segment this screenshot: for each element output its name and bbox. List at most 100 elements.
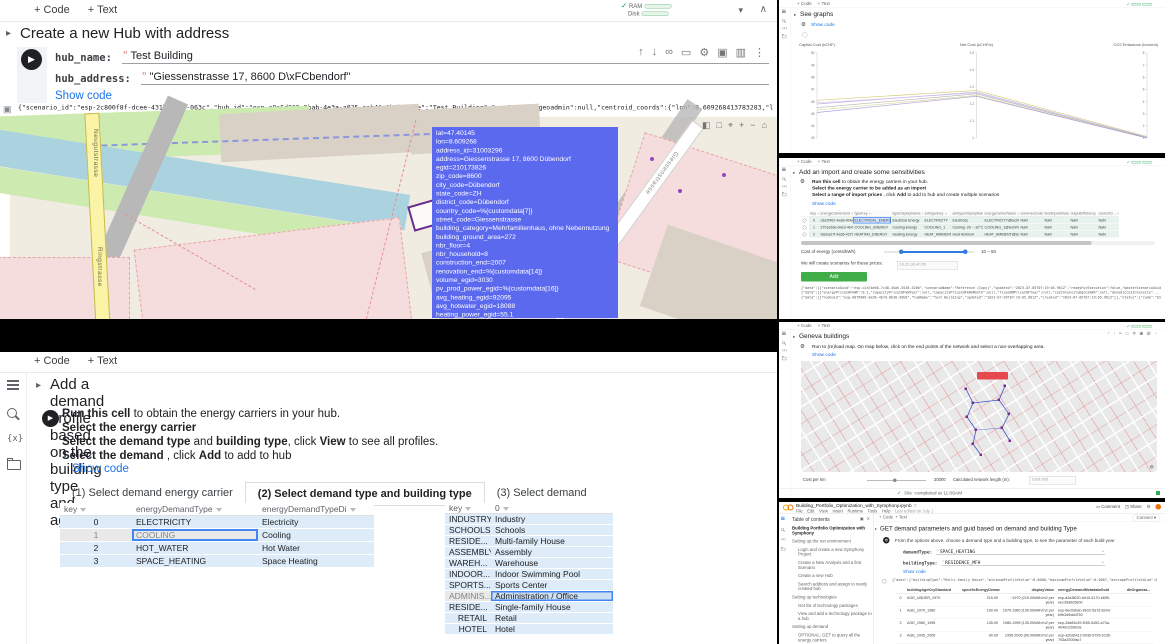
- section-collapse-icon[interactable]: ▸: [794, 12, 796, 18]
- table-cell[interactable]: HOT_WATER: [132, 542, 258, 555]
- table-cell[interactable]: Hotel: [491, 624, 613, 635]
- add-code-button[interactable]: + Code: [879, 515, 893, 520]
- table-row[interactable]: INDOOR...Indoor Swimming Pool: [445, 569, 613, 580]
- delete-icon[interactable]: ▥: [1147, 331, 1151, 336]
- menu-icon[interactable]: [7, 384, 19, 386]
- filter-icon[interactable]: [216, 508, 222, 512]
- table-cell[interactable]: ELECTRICITY: [923, 217, 951, 224]
- table-cell[interactable]: AGE_UNDER_1970: [905, 594, 960, 607]
- table-cell[interactable]: 1995-2005 (90.00kWh/m2 per year): [1000, 632, 1056, 644]
- add-text-button[interactable]: + Text: [88, 4, 117, 16]
- settings-gear-icon[interactable]: ⚙: [1147, 504, 1151, 510]
- column-header[interactable]: specificEnergyDemandValueKWh: [960, 586, 1000, 594]
- table-row[interactable]: RESIDE...Single-family House: [445, 602, 613, 613]
- geneva-map[interactable]: ⚙: [801, 361, 1157, 472]
- parallel-coordinates-chart[interactable]: Capital Cost (kCHF)5049484746454443Net C…: [794, 40, 1159, 147]
- table-cell[interactable]: HEAT_AMBIENT@tec...: [983, 231, 1019, 238]
- column-header[interactable]: energyDemandTypeDi: [258, 503, 374, 516]
- table-cell[interactable]: INDOOR...: [445, 569, 491, 580]
- show-code-link[interactable]: Show code: [72, 463, 129, 475]
- table-cell[interactable]: NaN: [1069, 224, 1097, 231]
- column-header[interactable]: key: [809, 210, 819, 217]
- toc-item[interactable]: Setting up technologies: [792, 595, 872, 600]
- row-radio[interactable]: [801, 231, 809, 238]
- table-cell[interactable]: ELECTRICAL_ENERGY: [853, 217, 891, 224]
- move-up-icon[interactable]: ↑: [638, 46, 644, 59]
- add-code-button[interactable]: + Code: [797, 159, 812, 164]
- table-cell[interactable]: 2: [896, 619, 905, 632]
- table-cell[interactable]: Schools: [491, 525, 613, 536]
- table-row[interactable]: INDUSTRYIndustry: [445, 514, 613, 525]
- table-row[interactable]: RESIDE...Multi-family House: [445, 536, 613, 547]
- add-button[interactable]: Add: [801, 272, 867, 282]
- column-header[interactable]: energyCarrierGuid: [819, 210, 853, 217]
- toc-item[interactable]: Get list of technology packages: [792, 603, 872, 608]
- table-row[interactable]: 3AGE_1995_200590.001995-2005 (90.00kWh/m…: [896, 632, 1162, 644]
- table-row[interactable]: ADMINIS...Administration / Office: [445, 591, 613, 602]
- search-icon[interactable]: [782, 341, 785, 344]
- table-cell[interactable]: NaN: [1043, 231, 1069, 238]
- table-cell[interactable]: INDUSTRY: [445, 514, 491, 525]
- add-code-button[interactable]: + Code: [34, 355, 70, 367]
- table-cell[interactable]: 1970-1980 (190.00kWh/m2 per year): [1000, 607, 1056, 620]
- table-cell[interactable]: ~1970 (215.00kWh/m2 per year): [1000, 594, 1056, 607]
- new-section-icon[interactable]: ▣: [860, 517, 864, 522]
- table-cell[interactable]: HOTEL: [445, 624, 491, 635]
- resource-monitor[interactable]: ✓ RAM Disk: [621, 1, 731, 21]
- tab-2[interactable]: (2) Select demand type and building type: [245, 482, 485, 505]
- settings-icon[interactable]: ⚙: [699, 46, 709, 59]
- table-cell[interactable]: 190.00: [960, 607, 1000, 620]
- table-cell[interactable]: COOLING_1@techPa...: [983, 224, 1019, 231]
- comment-button[interactable]: ▭ Comment: [1096, 504, 1120, 510]
- filter-icon[interactable]: [350, 508, 356, 512]
- table-row[interactable]: WAREH...Warehouse: [445, 558, 613, 569]
- column-header[interactable]: displayValue: [1000, 586, 1056, 594]
- close-icon[interactable]: ✕: [867, 517, 870, 522]
- output-icon[interactable]: ▣: [3, 104, 12, 115]
- files-icon[interactable]: [782, 35, 786, 38]
- tab-3[interactable]: (3) Select demand: [485, 482, 599, 505]
- toc-item[interactable]: Setting up demand: [792, 625, 872, 630]
- column-header[interactable]: dbOrganiza...: [1125, 586, 1153, 594]
- toc-item[interactable]: OPTIONAL: GET to query all the energy ca…: [792, 633, 872, 643]
- table-cell[interactable]: 9a9ca27f-4a36-4379...: [819, 231, 853, 238]
- menu-icon[interactable]: [782, 333, 786, 334]
- row-radio[interactable]: [801, 210, 809, 217]
- move-down-icon[interactable]: ↓: [652, 46, 658, 59]
- show-code-link[interactable]: Show code: [812, 352, 836, 358]
- table-cell[interactable]: SPORTS...: [445, 580, 491, 591]
- link-icon[interactable]: ∞: [1119, 331, 1122, 336]
- files-icon[interactable]: [781, 548, 785, 551]
- files-icon[interactable]: [782, 357, 786, 360]
- table-cell[interactable]: Indoor Swimming Pool: [491, 569, 613, 580]
- move-down-icon[interactable]: ↓: [1113, 331, 1115, 336]
- comment-icon[interactable]: ▭: [681, 46, 691, 59]
- column-header[interactable]: customD...: [1097, 210, 1119, 217]
- section-collapse-icon[interactable]: ▸: [793, 170, 795, 176]
- delete-icon[interactable]: ▥: [736, 46, 746, 59]
- menu-icon[interactable]: [782, 11, 786, 12]
- table-cell[interactable]: 90.00: [960, 632, 1000, 644]
- toc-item[interactable]: Create a New Analysis and a first Scenar…: [792, 560, 872, 570]
- toc-item[interactable]: View and add a technology package to a h…: [792, 612, 872, 622]
- price-range-slider[interactable]: [884, 251, 974, 253]
- show-code-link[interactable]: Show code: [811, 22, 835, 28]
- column-header[interactable]: subtypeDisplayName: [951, 210, 983, 217]
- prices-input[interactable]: 10,20,30,40,50: [897, 261, 958, 270]
- hub-address-input[interactable]: ""Giessenstrasse 17, 8600 D\xFCbendorf": [141, 70, 769, 85]
- table-cell[interactable]: esp-2dd83c39-f055-5452-a73a-4049c229fe0a: [1056, 619, 1125, 632]
- row-radio[interactable]: [801, 224, 809, 231]
- toc-item[interactable]: Search address and assign to newly creat…: [792, 582, 872, 592]
- section-collapse-icon[interactable]: ▸: [6, 28, 11, 39]
- table-cell[interactable]: Administration / Office: [491, 591, 613, 602]
- table-cell[interactable]: COOLING_1: [923, 224, 951, 231]
- add-code-button[interactable]: + Code: [34, 4, 70, 16]
- search-icon[interactable]: [7, 408, 17, 418]
- add-code-button[interactable]: + Code: [797, 323, 812, 328]
- table-cell[interactable]: 0: [896, 594, 905, 607]
- settings-icon[interactable]: ⚙: [1132, 331, 1136, 336]
- table-cell[interactable]: Heating Energy: [891, 231, 923, 238]
- column-header[interactable]: energyCarrierName: [983, 210, 1019, 217]
- variables-icon[interactable]: {x}: [7, 434, 23, 444]
- table-cell[interactable]: 3: [60, 555, 132, 568]
